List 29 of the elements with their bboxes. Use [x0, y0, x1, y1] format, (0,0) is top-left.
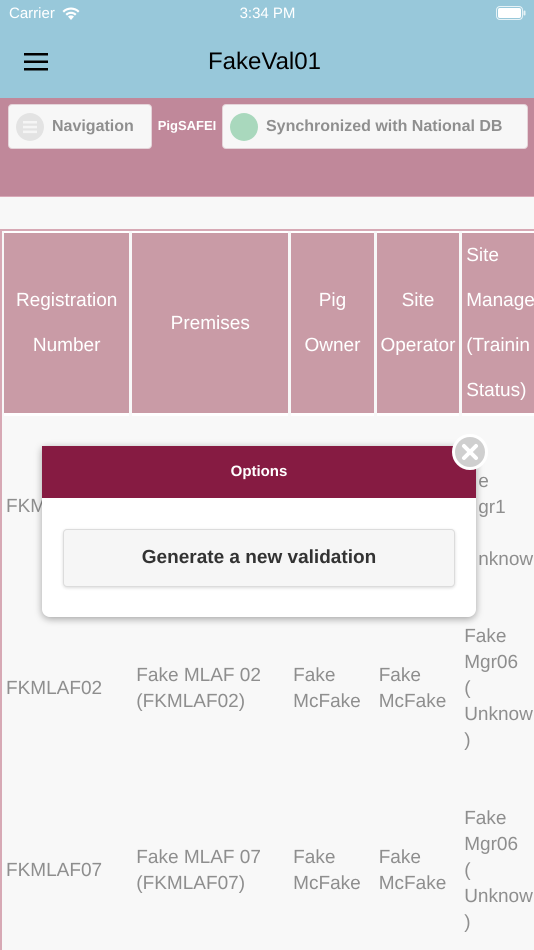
battery-icon: [496, 6, 526, 20]
brand-label: PigSAFEI: [156, 117, 218, 133]
column-header: Registration Number: [4, 231, 130, 416]
table-cell: e gr1 nknow: [478, 471, 534, 570]
table-cell: Fake MLAF 02 (FKMLAF02): [136, 665, 261, 712]
generate-validation-button[interactable]: Generate a new validation: [63, 529, 455, 587]
table-cell: Fake McFake: [378, 665, 446, 712]
close-icon[interactable]: [452, 434, 488, 470]
column-header: Premises: [132, 231, 288, 416]
wifi-icon: [60, 6, 81, 20]
table-cell: FKMLAF02: [6, 678, 102, 699]
column-header: Site Operator: [376, 231, 460, 416]
clock-time: 3:34 PM: [240, 4, 296, 22]
status-dot-icon: [230, 112, 258, 140]
column-header: Pig Owner: [291, 231, 374, 416]
column-header: Site Manage (Trainin Status): [462, 231, 534, 416]
dialog-header: Options: [42, 446, 476, 498]
table-cell: Fake McFake: [293, 847, 361, 894]
table-cell: Fake McFake: [378, 847, 446, 894]
table-cell: Fake McFake: [293, 665, 361, 712]
carrier-label: Carrier: [9, 4, 55, 22]
table-cell: Fake MLAF 07 (FKMLAF07): [136, 847, 261, 894]
navigation-button[interactable]: Navigation: [8, 104, 152, 149]
table-cell: Fake Mgr06 ( Unknow ): [464, 808, 533, 933]
table-cell: FKMLAF07: [6, 860, 102, 881]
sync-status-button[interactable]: Synchronized with National DB: [222, 104, 528, 149]
menu-icon[interactable]: [24, 53, 48, 71]
table-cell: Fake Mgr06 ( Unknow ): [464, 626, 533, 751]
screen-title: FakeVal01: [208, 48, 321, 76]
